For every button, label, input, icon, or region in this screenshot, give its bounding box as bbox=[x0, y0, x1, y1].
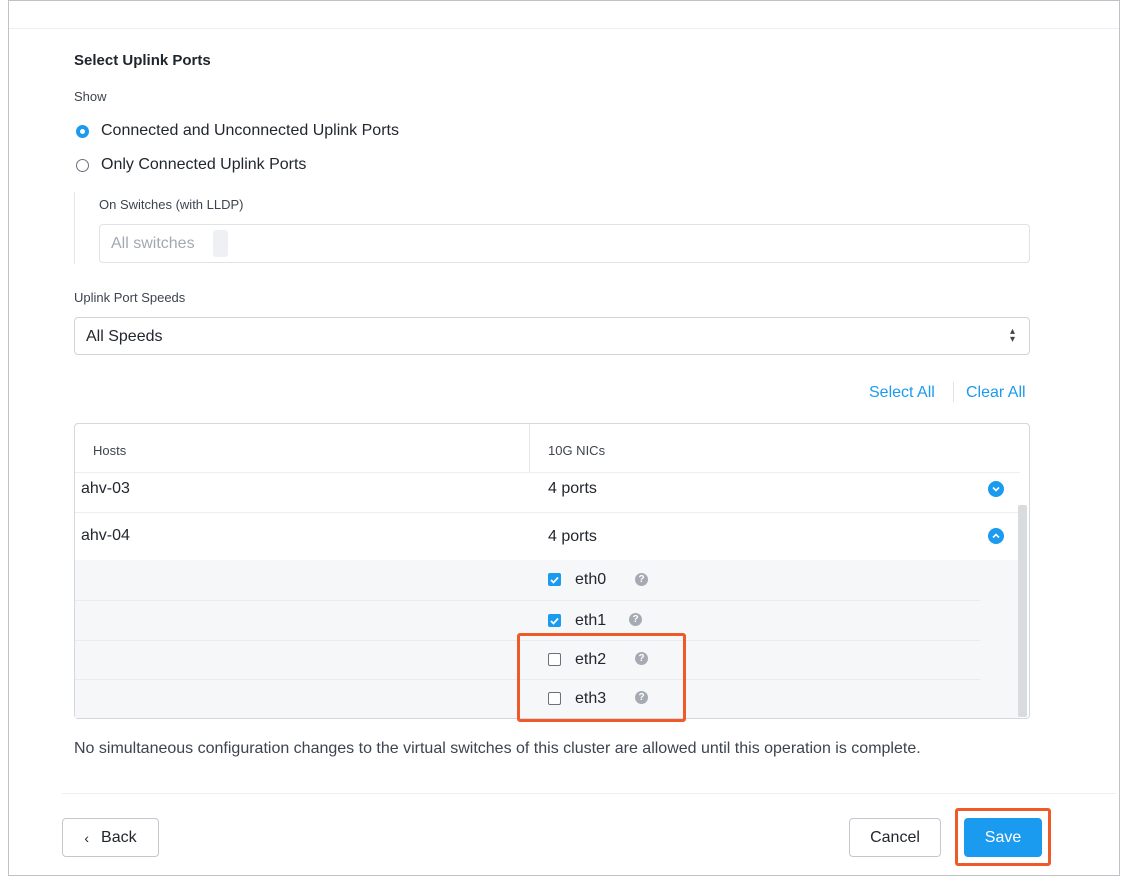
section-title: Select Uplink Ports bbox=[74, 52, 211, 69]
speed-label: Uplink Port Speeds bbox=[74, 290, 186, 305]
radio-connected-and-unconnected[interactable]: Connected and Unconnected Uplink Ports bbox=[76, 122, 399, 140]
header-row-divider bbox=[75, 472, 1020, 473]
speed-select-value: All Speeds bbox=[86, 328, 163, 345]
show-label: Show bbox=[74, 89, 107, 104]
link-separator bbox=[953, 382, 954, 402]
host-name: ahv-04 bbox=[81, 527, 130, 544]
port-count: 4 ports bbox=[548, 528, 597, 545]
chevron-left-icon: ‹ bbox=[84, 829, 90, 846]
clear-all-link[interactable]: Clear All bbox=[966, 384, 1026, 402]
switches-input-cursor bbox=[213, 230, 228, 257]
speed-select[interactable] bbox=[74, 317, 1030, 355]
highlight-save-button bbox=[955, 808, 1051, 866]
help-icon[interactable]: ? bbox=[635, 573, 648, 586]
table-scrollbar[interactable] bbox=[1018, 505, 1027, 717]
cancel-button[interactable]: Cancel bbox=[849, 818, 941, 857]
column-header-hosts: Hosts bbox=[93, 443, 127, 458]
radio-unselected-icon bbox=[76, 158, 89, 172]
checkbox-eth1[interactable] bbox=[548, 614, 561, 627]
select-arrows-icon: ▴ ▾ bbox=[1010, 326, 1016, 345]
nic-row-divider bbox=[75, 600, 980, 601]
nic-name: eth1 bbox=[575, 612, 607, 629]
header-divider bbox=[9, 28, 1119, 29]
host-name: ahv-03 bbox=[81, 480, 130, 497]
switches-placeholder: All switches bbox=[111, 235, 195, 252]
row-divider bbox=[75, 512, 1020, 513]
radio-only-connected[interactable]: Only Connected Uplink Ports bbox=[76, 156, 306, 174]
switches-label: On Switches (with LLDP) bbox=[99, 197, 244, 212]
indent-guide bbox=[74, 192, 75, 264]
port-count: 4 ports bbox=[548, 480, 597, 497]
column-header-10g-nics: 10G NICs bbox=[548, 443, 606, 458]
select-all-link[interactable]: Select All bbox=[869, 384, 935, 402]
radio-selected-icon bbox=[76, 124, 89, 138]
column-divider bbox=[529, 424, 530, 472]
nic-name: eth0 bbox=[575, 571, 607, 588]
back-button-label: Back bbox=[101, 828, 137, 846]
highlight-unchecked-nics bbox=[517, 633, 686, 722]
chevron-down-icon[interactable] bbox=[988, 481, 1004, 497]
radio-label: Only Connected Uplink Ports bbox=[101, 156, 307, 173]
back-button[interactable]: ‹ Back bbox=[62, 818, 159, 857]
checkbox-eth0[interactable] bbox=[548, 573, 561, 586]
cancel-button-label: Cancel bbox=[870, 828, 920, 846]
notice-text: No simultaneous configuration changes to… bbox=[74, 740, 921, 757]
switches-input[interactable] bbox=[99, 224, 1030, 263]
radio-label: Connected and Unconnected Uplink Ports bbox=[101, 122, 399, 139]
help-icon[interactable]: ? bbox=[629, 613, 642, 626]
chevron-up-icon[interactable] bbox=[988, 528, 1004, 544]
footer-divider bbox=[62, 793, 1116, 794]
